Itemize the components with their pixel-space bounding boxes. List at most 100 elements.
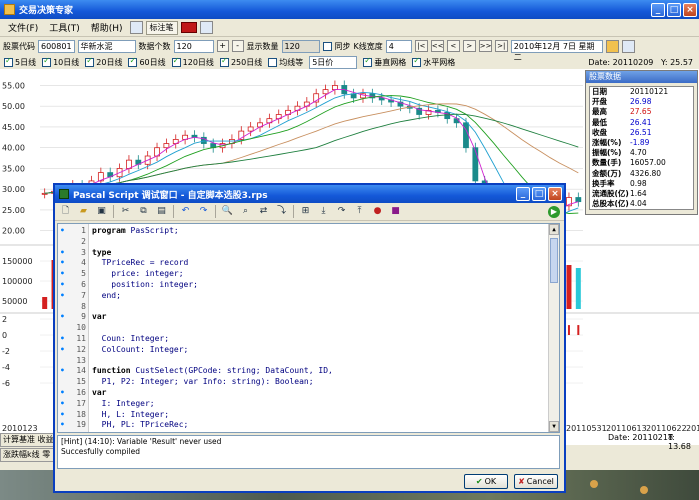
price-select[interactable]: 5日价 — [309, 55, 358, 69]
ma-120-checkbox[interactable] — [171, 56, 181, 67]
step-out-icon[interactable]: ⤒ — [353, 205, 366, 218]
ok-button[interactable]: ✔ OK — [464, 474, 508, 489]
paste-icon[interactable]: ▤ — [155, 205, 168, 218]
menu-file[interactable]: 文件(F) — [4, 21, 42, 34]
ma-250-option[interactable]: 250日线 — [219, 56, 262, 68]
dialog-maximize-button[interactable]: □ — [532, 187, 546, 201]
horizontal-grid-checkbox[interactable] — [412, 56, 422, 67]
scroll-down-icon[interactable]: ▼ — [549, 421, 559, 432]
ma-5-option[interactable]: 5日线 — [4, 56, 36, 68]
menu-tools[interactable]: 工具(T) — [45, 21, 84, 34]
code-line[interactable]: • 16 var — [58, 388, 548, 399]
horizontal-grid-option[interactable]: 水平网格 — [412, 56, 455, 68]
ma-even-option[interactable]: 均线等 — [268, 57, 303, 68]
breakpoint-dot-icon[interactable]: • — [60, 312, 65, 323]
nav-forward-button[interactable]: >> — [478, 40, 492, 52]
nav-last-button[interactable]: >| — [494, 40, 508, 52]
picture-icon[interactable] — [199, 21, 213, 34]
ma-even-checkbox[interactable] — [268, 57, 278, 67]
menu-help[interactable]: 帮助(H) — [87, 21, 127, 34]
dialog-minimize-button[interactable]: _ — [516, 187, 530, 201]
save-icon[interactable]: ▣ — [95, 205, 108, 218]
redo-icon[interactable]: ↷ — [197, 205, 210, 218]
step-into-icon[interactable]: ⤓ — [317, 205, 330, 218]
code-line[interactable]: • 3 type — [58, 248, 548, 259]
code-line[interactable]: 8 — [58, 302, 548, 313]
ma-20-checkbox[interactable] — [85, 56, 95, 67]
ma-60-checkbox[interactable] — [128, 56, 138, 67]
minimize-button[interactable]: _ — [651, 2, 665, 17]
code-line[interactable]: • 18 H, L: Integer; — [58, 410, 548, 421]
code-line[interactable]: • 6 position: integer; — [58, 280, 548, 291]
tab-change-kline[interactable]: 涨跌幅k线 零 — [0, 448, 60, 462]
breakpoint-dot-icon[interactable]: • — [60, 366, 65, 377]
decrease-button[interactable]: - — [231, 40, 244, 52]
code-line[interactable]: • 11 Coun: Integer; — [58, 334, 548, 345]
code-line[interactable]: • 12 ColCount: Integer; — [58, 345, 548, 356]
breakpoint-dot-icon[interactable]: • — [60, 334, 65, 345]
code-line[interactable]: 15 P1, P2: Integer; var Info: string): B… — [58, 377, 548, 388]
edit-doc-icon[interactable] — [621, 39, 635, 53]
stop-icon[interactable]: ■ — [389, 205, 402, 218]
code-line[interactable]: 10 — [58, 323, 548, 334]
new-file-icon[interactable]: 🗋 — [59, 205, 72, 218]
nav-first-button[interactable]: |< — [414, 40, 428, 52]
open-folder-icon[interactable]: ▰ — [77, 205, 90, 218]
scroll-thumb[interactable] — [550, 238, 558, 283]
display-count-field[interactable]: 120 — [281, 39, 320, 53]
run-icon[interactable]: ▶ — [548, 205, 560, 218]
code-line[interactable]: • 14 function CustSelect(GPCode: string; D… — [58, 366, 548, 377]
breakpoint-dot-icon[interactable]: • — [60, 291, 65, 302]
breakpoint-icon[interactable]: ● — [371, 205, 384, 218]
find-next-icon[interactable]: ⌕ — [239, 205, 252, 218]
mark-note-button[interactable]: 标注笔 — [145, 20, 178, 35]
breakpoint-dot-icon[interactable]: • — [60, 248, 65, 259]
breakpoint-dot-icon[interactable]: • — [60, 399, 65, 410]
maximize-button[interactable]: □ — [667, 2, 681, 17]
code-line[interactable]: • 19 PH, PL: TPriceRec; — [58, 420, 548, 431]
breakpoint-dot-icon[interactable]: • — [60, 388, 65, 399]
scroll-up-icon[interactable]: ▲ — [549, 224, 559, 235]
vertical-grid-option[interactable]: 垂直网格 — [363, 56, 406, 68]
code-line[interactable]: 13 — [58, 356, 548, 367]
code-line[interactable]: • 7 end; — [58, 291, 548, 302]
step-over-icon[interactable]: ↷ — [335, 205, 348, 218]
code-line[interactable]: • 1 program PasScript; — [58, 226, 548, 237]
cancel-button[interactable]: ✘ Cancel — [514, 474, 558, 489]
code-line[interactable]: 2 — [58, 237, 548, 248]
breakpoint-dot-icon[interactable]: • — [60, 226, 65, 237]
nav-rewind-button[interactable]: << — [430, 40, 444, 52]
stock-name-field[interactable]: 华新水泥 — [77, 39, 136, 53]
breakpoint-dot-icon[interactable]: • — [60, 258, 65, 269]
folder-icon[interactable] — [605, 39, 619, 53]
ma-10-option[interactable]: 10日线 — [42, 56, 79, 68]
k-width-field[interactable]: 4 — [385, 39, 412, 53]
code-editor[interactable]: • 1 program PasScript; 2 • 3 type • 4 TPriceRec … — [57, 223, 560, 433]
edit-icon[interactable] — [129, 21, 143, 34]
find-icon[interactable]: 🔍 — [221, 205, 234, 218]
copy-icon[interactable]: ⧉ — [137, 205, 150, 218]
ma-250-checkbox[interactable] — [219, 56, 229, 67]
color-swatch-button[interactable] — [180, 22, 197, 33]
ma-5-checkbox[interactable] — [4, 56, 13, 67]
date-select[interactable]: 2010年12月 7日 星期二 — [510, 39, 603, 62]
breakpoint-dot-icon[interactable]: • — [60, 280, 65, 291]
ma-120-option[interactable]: 120日线 — [171, 56, 214, 68]
vertical-grid-checkbox[interactable] — [363, 56, 373, 67]
breakpoint-dot-icon[interactable]: • — [60, 420, 65, 431]
increase-button[interactable]: + — [216, 40, 229, 52]
nav-prev-button[interactable]: < — [446, 40, 460, 52]
dialog-close-button[interactable]: × — [548, 187, 562, 201]
tab-calc-base[interactable]: 计算基准 收益 — [0, 433, 60, 447]
ma-60-option[interactable]: 60日线 — [128, 56, 166, 68]
breakpoint-dot-icon[interactable]: • — [60, 410, 65, 421]
code-line[interactable]: • 4 TPriceRec = record — [58, 258, 548, 269]
undo-icon[interactable]: ↶ — [179, 205, 192, 218]
sync-checkbox[interactable] — [322, 41, 332, 51]
goto-icon[interactable]: ⤵ — [275, 205, 288, 218]
editor-scrollbar[interactable]: ▲ ▼ — [548, 224, 559, 432]
code-line[interactable]: • 9 var — [58, 312, 548, 323]
stock-code-field[interactable]: 600801 — [38, 39, 75, 53]
replace-icon[interactable]: ⇄ — [257, 205, 270, 218]
nav-next-button[interactable]: > — [462, 40, 476, 52]
